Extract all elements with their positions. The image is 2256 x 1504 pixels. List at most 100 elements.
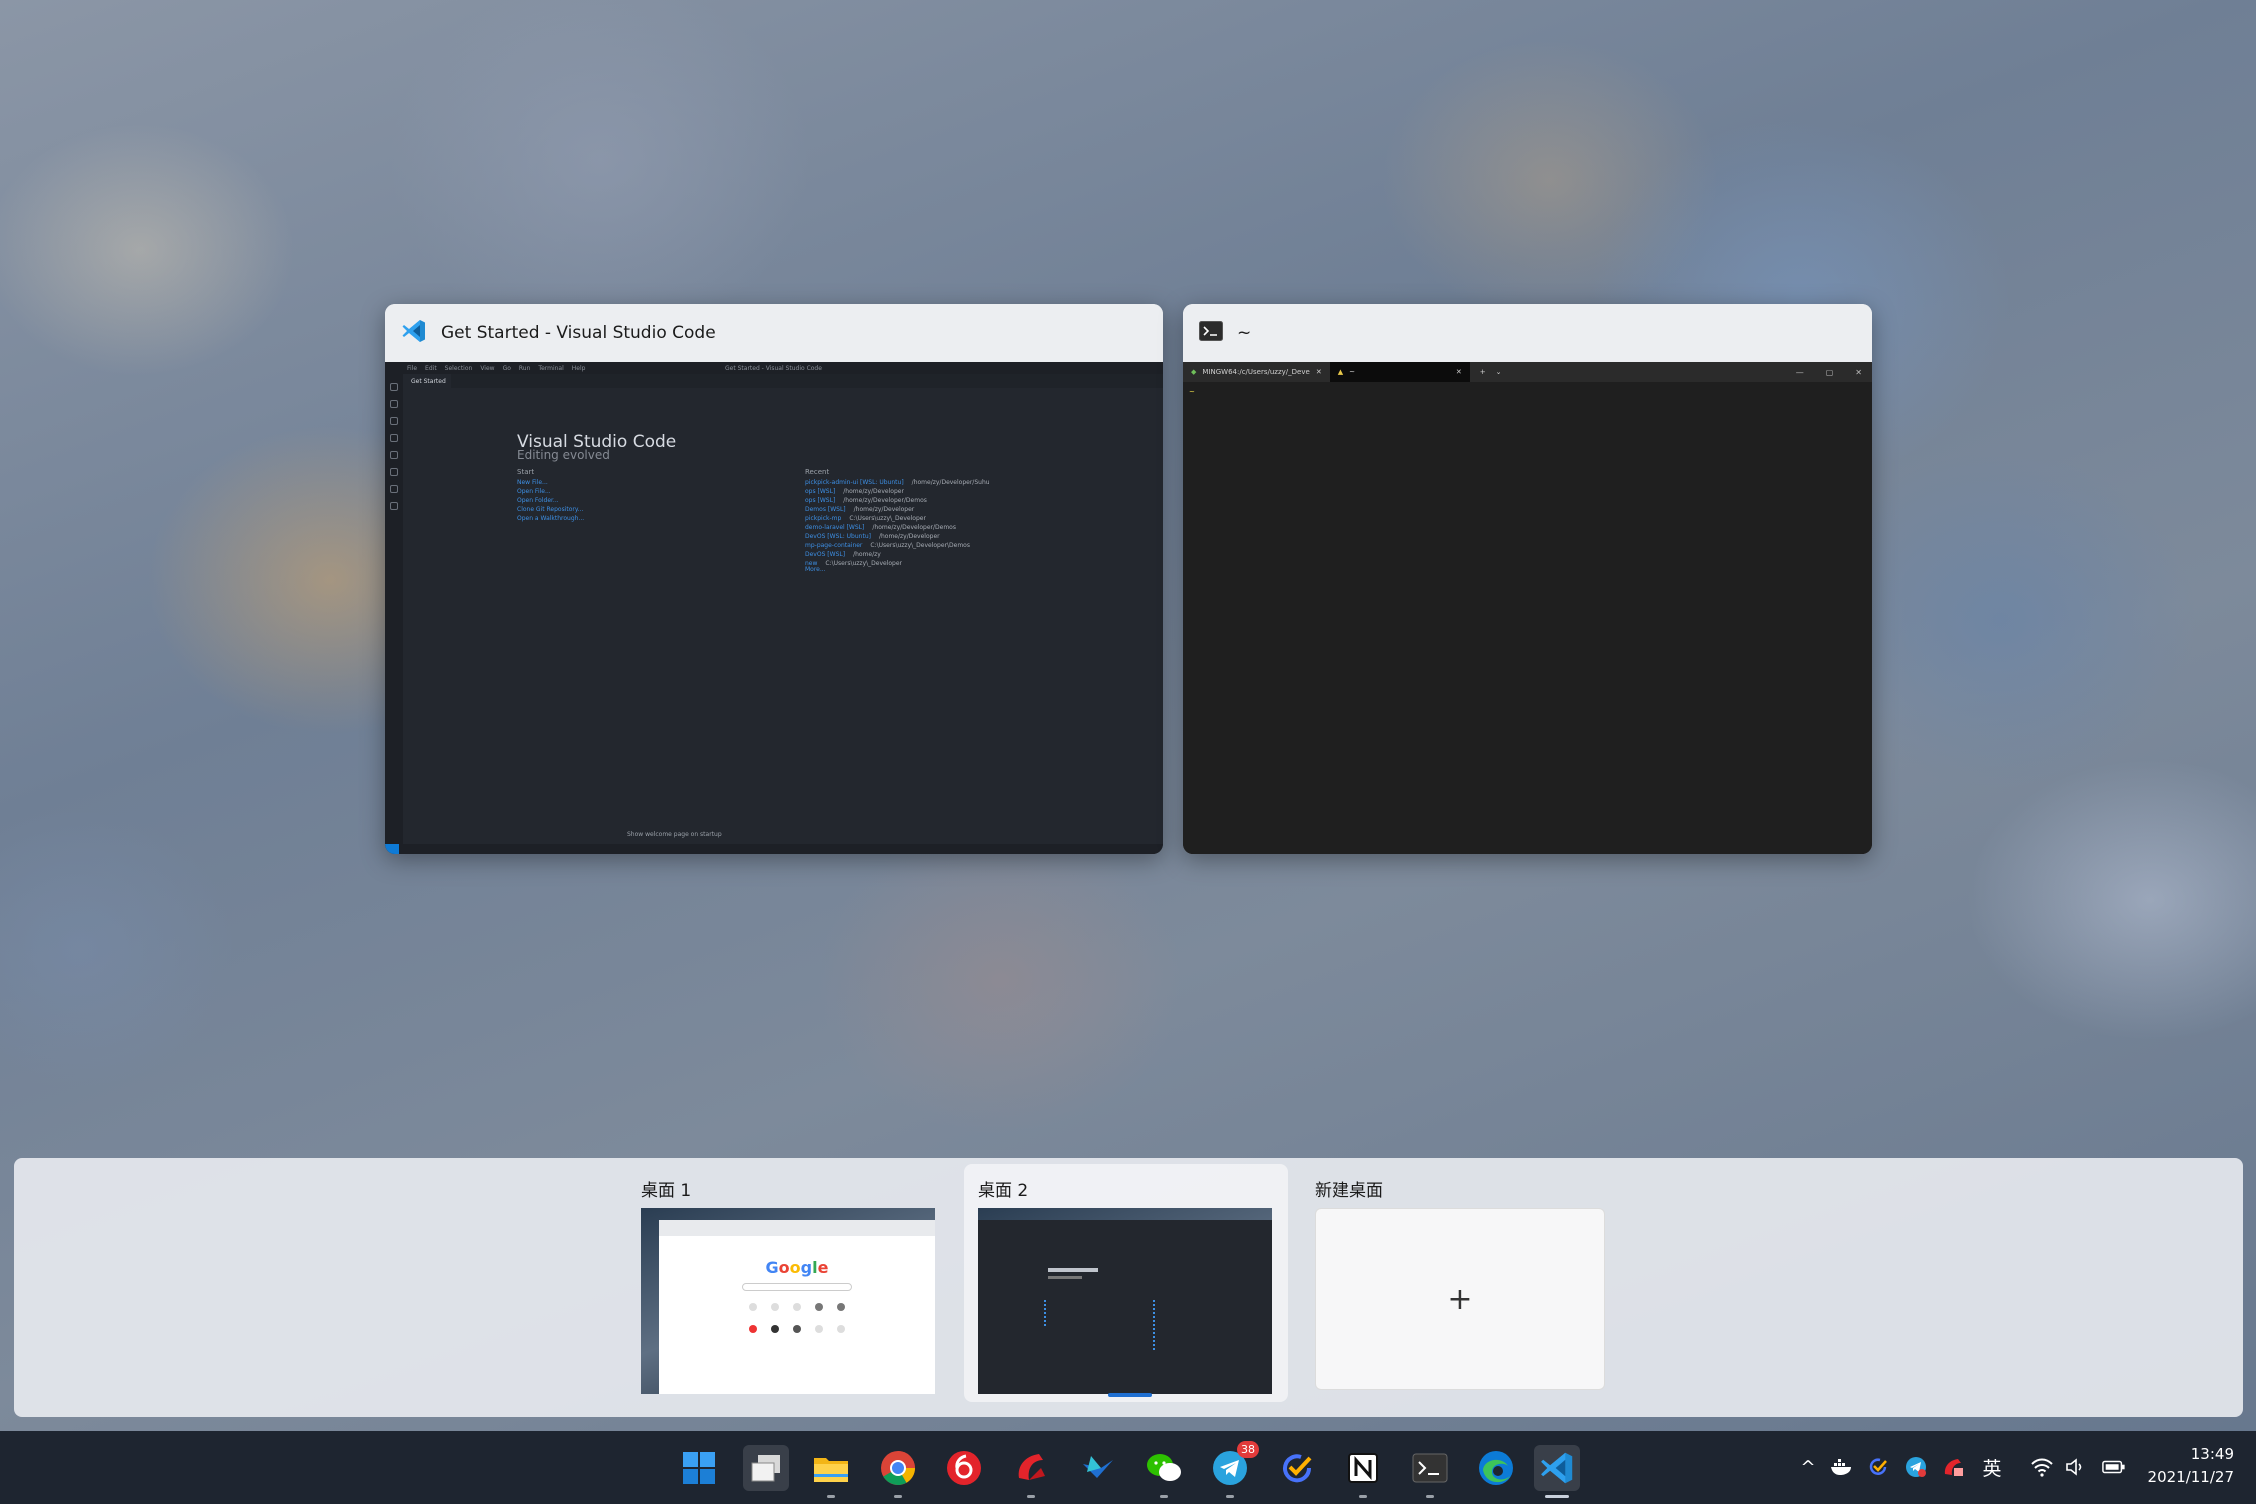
minimize-icon: — — [1795, 367, 1804, 377]
netease-music-icon — [947, 1451, 981, 1485]
recent-item: mp-page-container C:\Users\uzzy\_Develope… — [805, 542, 970, 549]
welcome-subheading: Editing evolved — [517, 448, 610, 462]
start-section-label: Start — [517, 468, 535, 476]
taskbar-lark[interactable] — [1074, 1445, 1120, 1491]
menu-edit: Edit — [425, 364, 437, 372]
terminal-tab-mingw: ◆ MINGW64:/c/Users/uzzy/_Deve ✕ — [1191, 368, 1322, 376]
ime-indicator[interactable]: 英 — [1980, 1455, 2004, 1480]
window-header: ~ — [1183, 304, 1872, 362]
terminal-prompt: ~ — [1189, 388, 1195, 396]
new-desktop[interactable]: 新建桌面 + — [1301, 1164, 1625, 1402]
maximize-icon: ▢ — [1825, 367, 1834, 377]
activity-bar — [385, 374, 403, 844]
vscode-window-thumb — [978, 1220, 1272, 1394]
editor-tabbar: Get Started — [403, 374, 1163, 388]
terminal-tab-home: ▲ ~ ✕ — [1329, 362, 1470, 382]
taskbar-windows-terminal[interactable] — [1407, 1445, 1453, 1498]
desktop-label: 桌面 2 — [978, 1181, 1029, 1201]
task-view-icon — [751, 1455, 780, 1482]
menu-run: Run — [518, 364, 531, 372]
telegram-tray-icon[interactable] — [1904, 1455, 1928, 1479]
taskbar: 38 ^ 英 13:49 2021/11/27 — [0, 1431, 2256, 1504]
recent-item: pickpick-admin-ui [WSL: Ubuntu]/home/zy/… — [805, 479, 990, 486]
clock-time: 13:49 — [2190, 1445, 2234, 1463]
vscode-inner-title: Get Started - Visual Studio Code — [725, 365, 822, 372]
recent-more-link: More... — [805, 566, 826, 573]
taskbar-chrome[interactable] — [875, 1445, 921, 1498]
start-item: Open File... — [517, 488, 551, 495]
window-terminal[interactable]: ~ ◆ MINGW64:/c/Users/uzzy/_Deve ✕ ▲ ~ ✕ + ⌄ … — [1183, 304, 1872, 854]
terminal-tabbar: ◆ MINGW64:/c/Users/uzzy/_Deve ✕ ▲ ~ ✕ + ⌄ — ▢… — [1183, 362, 1872, 382]
red-app-icon — [1018, 1454, 1045, 1480]
window-header: Get Started - Visual Studio Code — [385, 304, 1163, 362]
vscode-icon — [401, 318, 427, 348]
vscode-menubar: File Edit Selection View Go Run Terminal… — [385, 362, 1163, 374]
window-vscode[interactable]: Get Started - Visual Studio Code File Ed… — [385, 304, 1163, 854]
start-item: Clone Git Repository... — [517, 506, 584, 513]
menu-go: Go — [502, 364, 511, 372]
desktop-2-thumbnail — [978, 1208, 1272, 1394]
taskbar-netease-music[interactable] — [941, 1445, 987, 1491]
chevron-down-icon: ⌄ — [1495, 368, 1502, 376]
ticktick-tray-icon[interactable] — [1866, 1455, 1890, 1479]
vscode-thumbnail: File Edit Selection View Go Run Terminal… — [385, 362, 1163, 854]
desktop-2[interactable]: 桌面 2 — [964, 1164, 1288, 1402]
wifi-icon[interactable] — [2030, 1455, 2054, 1479]
desktop-1[interactable]: 桌面 1 Google — [627, 1164, 951, 1402]
start-button[interactable] — [676, 1445, 722, 1491]
start-item: Open a Walkthrough... — [517, 515, 585, 522]
menu-help: Help — [571, 364, 586, 372]
recent-item: pickpick-mp C:\Users\uzzy\_Developer — [805, 515, 926, 522]
battery-icon[interactable] — [2102, 1455, 2126, 1479]
menu-selection: Selection — [444, 364, 473, 372]
recent-item: DevOS [WSL]/home/zy — [805, 551, 881, 558]
terminal-icon — [1199, 321, 1223, 345]
taskbar-telegram[interactable]: 38 — [1207, 1441, 1259, 1498]
menu-view: View — [480, 364, 495, 372]
telegram-badge: 38 — [1237, 1441, 1259, 1458]
window-title: Get Started - Visual Studio Code — [441, 323, 716, 343]
plus-icon: + — [1447, 1281, 1473, 1317]
start-item: New File... — [517, 479, 548, 486]
new-desktop-button[interactable]: + — [1315, 1208, 1605, 1390]
taskbar-file-explorer[interactable] — [808, 1445, 854, 1498]
taskbar-red-app[interactable] — [1008, 1445, 1054, 1498]
notion-icon — [1348, 1453, 1378, 1483]
tab-get-started: Get Started — [403, 374, 451, 388]
taskbar-ticktick[interactable] — [1274, 1445, 1320, 1491]
recent-section-label: Recent — [805, 468, 830, 476]
window-title: ~ — [1237, 323, 1252, 343]
virtual-desktops-strip: 桌面 1 Google 桌面 2 新建桌面 + — [14, 1158, 2243, 1417]
taskbar-wechat[interactable] — [1141, 1445, 1187, 1498]
chrome-icon — [881, 1451, 915, 1485]
recent-item: demo-laravel [WSL]/home/zy/Developer/Dem… — [805, 524, 956, 531]
task-view-button[interactable] — [743, 1445, 789, 1491]
vscode-statusbar — [385, 844, 1163, 854]
taskbar-edge[interactable] — [1473, 1445, 1519, 1491]
windows-logo-icon — [683, 1452, 715, 1484]
menu-file: File — [407, 364, 418, 372]
volume-icon[interactable] — [2064, 1455, 2088, 1479]
ticktick-icon — [1283, 1454, 1312, 1483]
new-tab-icon: + — [1479, 368, 1486, 376]
clock-date: 2021/11/27 — [2147, 1468, 2234, 1486]
vscode-icon — [1541, 1452, 1573, 1484]
start-item: Open Folder... — [517, 497, 559, 504]
lark-icon — [1083, 1456, 1113, 1478]
recent-item: ops [WSL]/home/zy/Developer — [805, 488, 904, 495]
tray-overflow-chevron-icon[interactable]: ^ — [1796, 1455, 1820, 1479]
docker-icon[interactable] — [1830, 1455, 1854, 1479]
red-app-tray-icon[interactable] — [1941, 1455, 1965, 1479]
taskbar-vscode[interactable] — [1534, 1445, 1580, 1498]
taskbar-notion[interactable] — [1340, 1445, 1386, 1498]
edge-icon — [1479, 1451, 1513, 1485]
desktop-1-thumbnail: Google — [641, 1208, 935, 1394]
folder-icon — [814, 1458, 848, 1482]
recent-item: ops [WSL]/home/zy/Developer/Demos — [805, 497, 927, 504]
desktop-label: 桌面 1 — [641, 1181, 692, 1201]
current-desktop-indicator — [1108, 1393, 1152, 1397]
clock[interactable]: 13:49 2021/11/27 — [2148, 1445, 2234, 1486]
terminal-thumbnail: ◆ MINGW64:/c/Users/uzzy/_Deve ✕ ▲ ~ ✕ + ⌄ — ▢… — [1183, 362, 1872, 854]
new-desktop-label: 新建桌面 — [1315, 1181, 1383, 1201]
close-icon: ✕ — [1855, 367, 1862, 377]
